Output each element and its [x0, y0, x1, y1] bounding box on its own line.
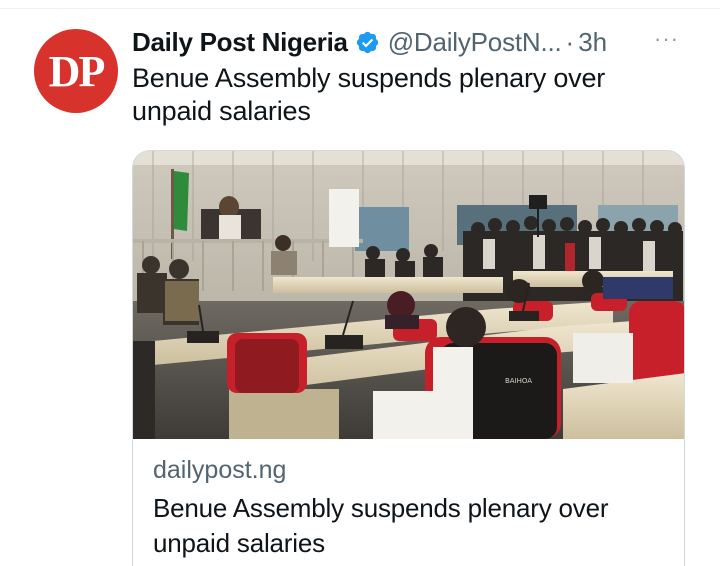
- verified-badge-icon[interactable]: [355, 30, 380, 55]
- avatar[interactable]: DP: [34, 29, 118, 113]
- card-image[interactable]: BAIHOA: [133, 151, 685, 439]
- display-name[interactable]: Daily Post Nigeria: [132, 27, 348, 58]
- handle[interactable]: @DailyPostN...: [388, 27, 562, 58]
- tweet-text: Benue Assembly suspends plenary over unp…: [132, 63, 606, 126]
- card-meta[interactable]: dailypost.ng Benue Assembly suspends ple…: [153, 453, 673, 561]
- avatar-logo-text: DP: [48, 47, 106, 96]
- tweet-header: Daily Post Nigeria @DailyPostN... · 3h: [132, 22, 607, 62]
- timestamp[interactable]: 3h: [578, 27, 607, 58]
- divider: [0, 8, 720, 9]
- more-options-icon[interactable]: ···: [654, 26, 679, 52]
- link-card[interactable]: BAIHOA dailypost.ng Benue Assembly suspe…: [132, 150, 685, 566]
- card-domain[interactable]: dailypost.ng: [153, 453, 673, 487]
- separator-dot: ·: [565, 26, 575, 57]
- card-title[interactable]: Benue Assembly suspends plenary over unp…: [153, 491, 673, 561]
- chair-label-text: BAIHOA: [505, 377, 532, 385]
